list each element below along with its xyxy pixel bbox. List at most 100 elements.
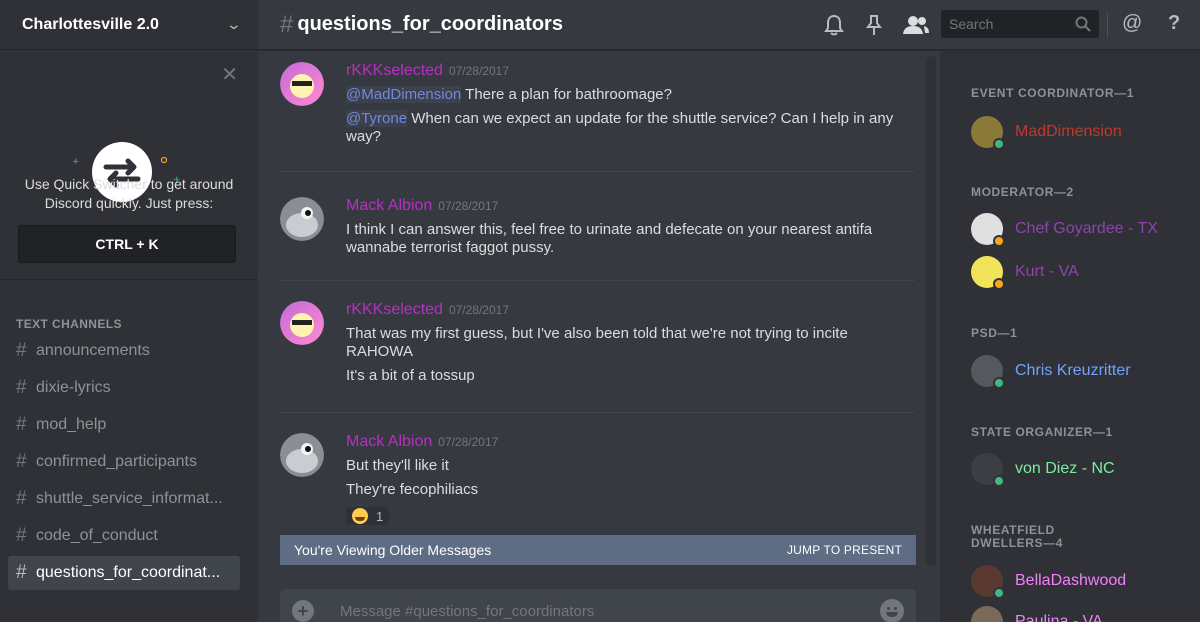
emoji-picker-icon[interactable] [880, 599, 904, 622]
avatar [971, 355, 1005, 389]
text-channels-category[interactable]: TEXT CHANNELS [0, 317, 258, 331]
member-item[interactable]: Chef Goyardee - TX [971, 211, 1158, 247]
avatar [971, 606, 1003, 622]
channel-label: dixie-lyrics [36, 379, 111, 396]
username[interactable]: rKKKselected [346, 62, 443, 79]
header-divider [1107, 13, 1108, 37]
jump-to-present-button[interactable]: JUMP TO PRESENT [787, 543, 902, 557]
message-input[interactable]: Message #questions_for_coordinators [340, 603, 880, 620]
search-input[interactable]: Search [941, 10, 1099, 38]
channel-label: mod_help [36, 416, 107, 433]
channel-dixie-lyrics[interactable]: # dixie-lyrics [8, 371, 240, 405]
channel-announcements[interactable]: # announcements [8, 334, 240, 368]
member-group-title: PSD—1 [971, 326, 1018, 340]
message-composer[interactable]: + Message #questions_for_coordinators [280, 589, 916, 622]
timestamp: 07/28/2017 [438, 435, 499, 449]
close-icon[interactable]: ✕ [221, 62, 238, 87]
status-idle-icon [993, 235, 1005, 247]
channel-label: confirmed_participants [36, 453, 197, 470]
member-group-title: MODERATOR—2 [971, 185, 1074, 199]
channel-sidebar: Charlottesville 2.0 ⌄ ✕ + + :: Use Quick… [0, 0, 258, 622]
avatar[interactable] [280, 433, 324, 477]
member-item[interactable]: Kurt - VA [971, 254, 1079, 290]
user-mention[interactable]: @MadDimension [346, 86, 462, 103]
older-messages-bar: You're Viewing Older Messages JUMP TO PR… [280, 535, 916, 565]
message-text: They're fecophiliacs [346, 481, 479, 498]
message-list: rKKKselected 07/28/2017 @MadDimension The… [258, 51, 938, 622]
member-name: BellaDashwood [1015, 572, 1127, 589]
message-divider [280, 412, 915, 413]
username[interactable]: rKKKselected [346, 301, 443, 318]
member-name: von Diez - NC [1015, 460, 1115, 477]
pin-icon[interactable] [866, 14, 882, 36]
quick-switcher-text: Use Quick Switcher to get around Discord… [24, 176, 234, 211]
channel-title: questions_for_coordinators [297, 13, 563, 35]
search-icon [1075, 16, 1091, 32]
avatar [971, 213, 1005, 247]
guild-name: Charlottesville 2.0 [22, 15, 159, 33]
message-text: I think I can answer this, feel free to … [346, 221, 873, 256]
search-placeholder: Search [949, 16, 994, 32]
reaction[interactable]: 1 [346, 507, 390, 525]
channel-list: # announcements # dixie-lyrics # mod_help #… [0, 334, 258, 590]
hash-icon: # [16, 562, 27, 583]
message-divider [280, 280, 915, 281]
channel-questions-for-coordinators[interactable]: # questions_for_coordinat... [8, 556, 240, 590]
channel-mod-help[interactable]: # mod_help [8, 408, 240, 442]
username[interactable]: Mack Albion [346, 197, 432, 214]
member-name: Kurt - VA [1015, 263, 1079, 280]
avatar[interactable] [280, 301, 324, 345]
message-content: There a plan for bathroomage? [461, 86, 672, 103]
hash-icon: # [16, 414, 27, 435]
message-text: @MadDimension There a plan for bathrooma… [346, 86, 911, 104]
avatar[interactable] [280, 62, 324, 106]
message-text: But they'll like it [346, 457, 449, 474]
channel-label: questions_for_coordinat... [36, 564, 221, 581]
message-divider [280, 171, 915, 172]
help-icon[interactable]: ? [1168, 12, 1180, 35]
older-messages-text: You're Viewing Older Messages [294, 542, 492, 558]
mention-icon[interactable]: @ [1122, 12, 1142, 35]
channel-shuttle-service[interactable]: # shuttle_service_informat... [8, 482, 240, 516]
guild-header[interactable]: Charlottesville 2.0 ⌄ [0, 0, 258, 50]
channel-confirmed-participants[interactable]: # confirmed_participants [8, 445, 240, 479]
status-online-icon [993, 377, 1005, 389]
status-idle-icon [993, 278, 1005, 290]
avatar [971, 256, 1005, 290]
svg-text:+: + [72, 157, 80, 167]
member-item[interactable]: Paulina - VA [971, 604, 1103, 622]
hash-icon: # [16, 340, 27, 361]
username[interactable]: Mack Albion [346, 433, 432, 450]
message-text: That was my first guess, but I've also b… [346, 325, 848, 360]
message-content: When can we expect an update for the shu… [346, 110, 894, 145]
member-list: EVENT COORDINATOR—1 MadDimension MODERAT… [940, 51, 1200, 622]
chevron-down-icon[interactable]: ⌄ [226, 16, 242, 33]
member-group-title: STATE ORGANIZER—1 [971, 425, 1113, 439]
channel-label: shuttle_service_informat... [36, 490, 223, 507]
message-text: @Tyrone When can we expect an update for… [346, 110, 911, 146]
status-online-icon [993, 475, 1005, 487]
avatar[interactable] [280, 197, 324, 241]
bell-icon[interactable] [824, 14, 844, 36]
member-group-title: EVENT COORDINATOR—1 [971, 86, 1134, 100]
channel-header: # questions_for_coordinators Search @ ? [258, 0, 1200, 50]
timestamp: 07/28/2017 [438, 199, 499, 213]
member-item[interactable]: BellaDashwood [971, 563, 1126, 599]
members-icon[interactable] [903, 15, 929, 35]
hash-icon: # [16, 377, 27, 398]
channel-code-of-conduct[interactable]: # code_of_conduct [8, 519, 240, 553]
user-mention[interactable]: @Tyrone [346, 110, 408, 127]
timestamp: 07/28/2017 [448, 64, 509, 78]
scrollbar[interactable] [926, 56, 936, 566]
shortcut-key: CTRL + K [18, 225, 236, 263]
channel-label: announcements [36, 342, 150, 359]
member-item[interactable]: von Diez - NC [971, 451, 1115, 487]
member-item[interactable]: Chris Kreuzritter [971, 353, 1131, 389]
timestamp: 07/28/2017 [448, 303, 509, 317]
member-item[interactable]: MadDimension [971, 114, 1122, 150]
hash-icon: # [16, 488, 27, 509]
reaction-count: 1 [376, 508, 384, 524]
status-online-icon [993, 587, 1005, 599]
upload-plus-icon[interactable]: + [292, 600, 314, 622]
avatar [971, 565, 1005, 599]
